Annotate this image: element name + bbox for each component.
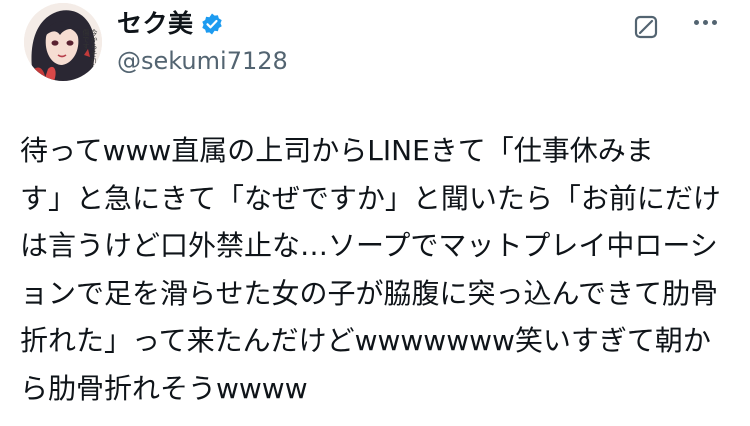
tweet-text-line: 待ってwww直属の上司からLINEきて「仕事休みま — [20, 134, 654, 167]
tweet-text-line: は言うけど口外禁止な…ソープでマットプレイ中ローシ — [20, 229, 718, 262]
verified-badge-icon — [200, 12, 224, 36]
name-row: セク美 — [117, 8, 224, 40]
tweet-text-line: す」と急にきて「なぜですか」と聞いたら「お前にだけ — [20, 181, 721, 215]
avatar[interactable]: 今からそれ致命傷です — [24, 3, 102, 81]
tweet-text-line: ら肋骨折れそうwwww — [20, 371, 308, 405]
avatar-caption: 今からそれ致命傷です — [82, 29, 98, 78]
tweet-text: 待ってwww直属の上司からLINEきて「仕事休みま す」と急にきて「なぜですか」… — [20, 127, 725, 412]
dot — [694, 20, 699, 25]
display-name[interactable]: セク美 — [117, 8, 194, 40]
tweet-header: 今からそれ致命傷です セク美 @sekumi7128 — [0, 0, 750, 110]
more-options-icon[interactable] — [694, 20, 717, 25]
author-handle[interactable]: @sekumi7128 — [117, 46, 288, 76]
dot — [712, 20, 717, 25]
grok-icon[interactable] — [633, 14, 659, 40]
tweet-text-line: ョンで足を滑らせた女の子が脇腹に突っ込んできて肋骨 — [20, 276, 719, 310]
dot — [703, 20, 708, 25]
tweet-text-line: 折れた」って来たんだけどwwwwwww笑いすぎて朝か — [20, 324, 711, 357]
